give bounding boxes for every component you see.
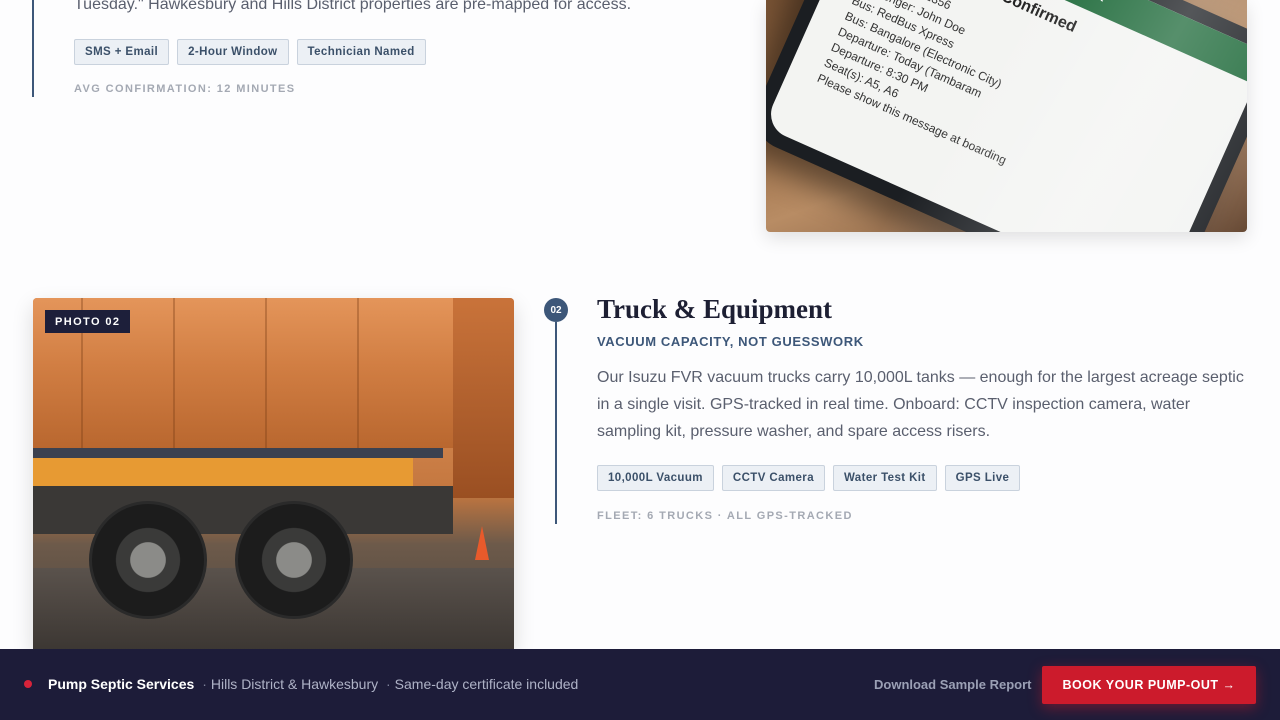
step-description: Tuesday." Hawkesbury and Hills District … (74, 0, 632, 13)
sticky-cta-bar: Pump Septic Services · Hills District & H… (0, 649, 1280, 720)
wheel-icon (89, 501, 207, 619)
feature-tags: 10,000L Vacuum CCTV Camera Water Test Ki… (597, 465, 1021, 491)
phone-confirmation-photo: RedBus Support ✓ Bus Booking Confirmed P… (766, 0, 1247, 232)
wheel-icon (235, 501, 353, 619)
separator: · (386, 676, 391, 692)
step-subtitle: VACUUM CAPACITY, NOT GUESSWORK (597, 334, 864, 349)
phone-illustration: RedBus Support ✓ Bus Booking Confirmed P… (766, 0, 1247, 232)
truck-photo: PHOTO 02 (33, 298, 514, 650)
brand-name: Pump Septic Services (48, 676, 195, 692)
feature-tag: 10,000L Vacuum (597, 465, 714, 491)
feature-tag: 2-Hour Window (177, 39, 289, 65)
step-number-badge: 02 (544, 298, 568, 322)
timeline-rail (555, 322, 557, 524)
feature-tag: SMS + Email (74, 39, 170, 65)
step-meta: FLEET: 6 TRUCKS · ALL GPS-TRACKED (597, 510, 853, 522)
status-dot-icon (24, 680, 32, 688)
book-pump-out-button[interactable]: BOOK YOUR PUMP-OUT → (1042, 666, 1256, 704)
timeline-rail (32, 0, 34, 97)
download-sample-report-link[interactable]: Download Sample Report (874, 677, 1031, 692)
feature-tag: GPS Live (944, 465, 1021, 491)
service-region: Hills District & Hawkesbury (210, 676, 379, 692)
traffic-cone-icon (475, 526, 489, 560)
step-description: Our Isuzu FVR vacuum trucks carry 10,000… (597, 369, 1244, 440)
phone-screen: RedBus Support ✓ Bus Booking Confirmed P… (766, 0, 1247, 232)
step-title: Truck & Equipment (597, 294, 833, 324)
step-meta: AVG CONFIRMATION: 12 MINUTES (74, 83, 296, 95)
service-note: Same-day certificate included (394, 676, 579, 692)
photo-label: PHOTO 02 (45, 310, 131, 333)
separator: · (202, 676, 207, 692)
bar-info: Pump Septic Services · Hills District & H… (48, 676, 578, 692)
feature-tag: CCTV Camera (721, 465, 825, 491)
feature-tags: SMS + Email 2-Hour Window Technician Nam… (74, 39, 426, 65)
feature-tag: Technician Named (296, 39, 426, 65)
feature-tag: Water Test Kit (832, 465, 937, 491)
